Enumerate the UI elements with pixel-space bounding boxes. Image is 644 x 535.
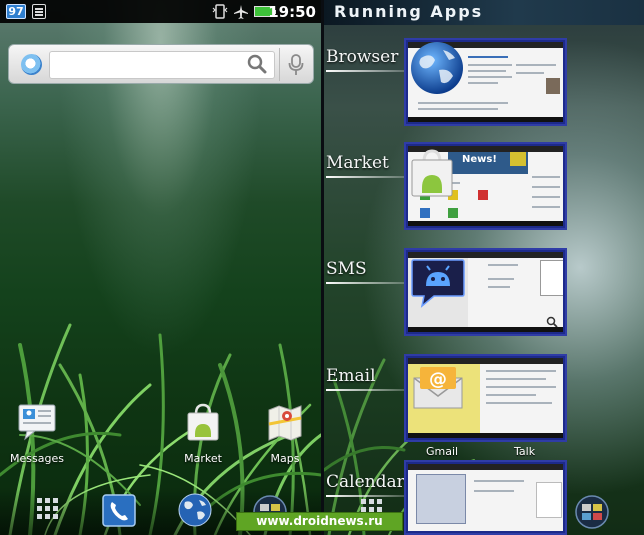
search-input[interactable]: [49, 51, 275, 79]
thumb-text-line: [532, 206, 560, 208]
thumb-nav-bar: [408, 327, 563, 332]
vibrate-icon: [212, 4, 228, 19]
maps-icon: [268, 405, 302, 441]
label-underline: [326, 282, 406, 284]
running-app-label-sms[interactable]: SMS: [326, 259, 367, 279]
screenshot-stage: 97 19:50 Messages Market Maps Running Ap…: [0, 0, 644, 535]
home-app-label: Messages: [10, 452, 64, 465]
home-app-market[interactable]: Market: [168, 402, 238, 465]
thumb-text-line: [468, 70, 506, 72]
thumb-text-line: [488, 278, 514, 280]
home-app-label: Market: [184, 452, 222, 465]
thumb-text-line: [418, 108, 498, 110]
running-apps-icon[interactable]: [574, 494, 610, 530]
svg-text:@: @: [429, 369, 447, 390]
market-app-tile: [478, 190, 488, 200]
thumb-text-line: [468, 76, 512, 78]
home-app-label: Maps: [270, 452, 300, 465]
label-underline: [326, 176, 406, 178]
market-icon: [187, 403, 219, 441]
email-account-label[interactable]: Gmail: [426, 445, 458, 458]
thumb-text-line: [486, 370, 556, 372]
thumb-text-line: [468, 56, 508, 58]
status-clock: 19:50: [268, 3, 316, 21]
sms-android-icon: [411, 259, 465, 308]
thumb-text-line: [486, 378, 546, 380]
market-app-tile: [448, 208, 458, 218]
grass-wallpaper: [0, 323, 321, 535]
email-envelope-icon: @: [413, 367, 463, 409]
thumb-text-line: [474, 490, 514, 492]
browser-globe-icon: [411, 42, 463, 94]
status-bar: 97 19:50: [0, 0, 321, 23]
google-logo-icon: [21, 54, 42, 75]
market-featured-tile: [510, 152, 526, 166]
thumb-nav-bar: [408, 433, 563, 438]
running-app-label-market[interactable]: Market: [326, 153, 389, 173]
label-underline: [326, 389, 406, 391]
calendar-grid: [416, 474, 466, 524]
thumb-text-line: [488, 286, 510, 288]
thumb-text-line: [488, 264, 518, 266]
microphone-icon: [288, 54, 304, 75]
running-app-label-browser[interactable]: Browser: [326, 47, 398, 67]
thumb-text-line: [486, 394, 536, 396]
search-icon[interactable]: [247, 54, 267, 74]
market-news-text: News!: [462, 154, 497, 165]
thumb-text-line: [486, 386, 556, 388]
running-apps-screen: Running Apps Browser Market News! SMS Em…: [324, 0, 644, 535]
airplane-mode-icon: [234, 5, 248, 19]
browser-globe-icon[interactable]: [177, 492, 213, 528]
search-widget[interactable]: [8, 44, 314, 84]
thumb-text-line: [486, 402, 552, 404]
thumb-nav-bar: [408, 221, 563, 226]
label-underline: [326, 70, 406, 72]
home-screen: 97 19:50 Messages Market Maps: [0, 0, 321, 535]
market-app-tile: [420, 208, 430, 218]
voice-search-button[interactable]: [279, 48, 311, 81]
thumb-text-line: [532, 196, 560, 198]
messages-icon: [18, 404, 56, 441]
thumb-nav-bar: [408, 117, 563, 122]
thumb-text-line: [516, 64, 556, 66]
email-account-label[interactable]: Talk: [514, 445, 535, 458]
thumb-text-line: [474, 480, 524, 482]
home-app-messages[interactable]: Messages: [2, 402, 72, 465]
notification-count-badge[interactable]: 97: [6, 4, 26, 19]
running-apps-title: Running Apps: [334, 2, 484, 21]
thumb-photo: [546, 78, 560, 94]
running-app-thumb-calendar[interactable]: [404, 460, 567, 535]
thumb-text-line: [468, 64, 512, 66]
running-apps-header: Running Apps: [324, 0, 644, 25]
app-drawer-icon[interactable]: [35, 496, 61, 522]
running-app-label-calendar[interactable]: Calendar: [326, 472, 405, 492]
running-app-label-email[interactable]: Email: [326, 366, 376, 386]
watermark-banner: www.droidnews.ru: [236, 512, 403, 531]
home-app-maps[interactable]: Maps: [250, 402, 320, 465]
thumb-text-line: [532, 186, 560, 188]
thumb-text-line: [418, 102, 508, 104]
calendar-thumb-screen: [408, 464, 563, 531]
calendar-month-panel: [536, 482, 562, 518]
thumb-text-line: [516, 72, 544, 74]
market-icon: [411, 149, 453, 197]
phone-icon[interactable]: [102, 494, 136, 527]
thumb-text-line: [532, 176, 560, 178]
notes-icon[interactable]: [32, 4, 46, 19]
sms-menu-popup: [540, 260, 563, 296]
thumb-status-bar: [408, 464, 563, 470]
thumb-text-line: [468, 82, 498, 84]
